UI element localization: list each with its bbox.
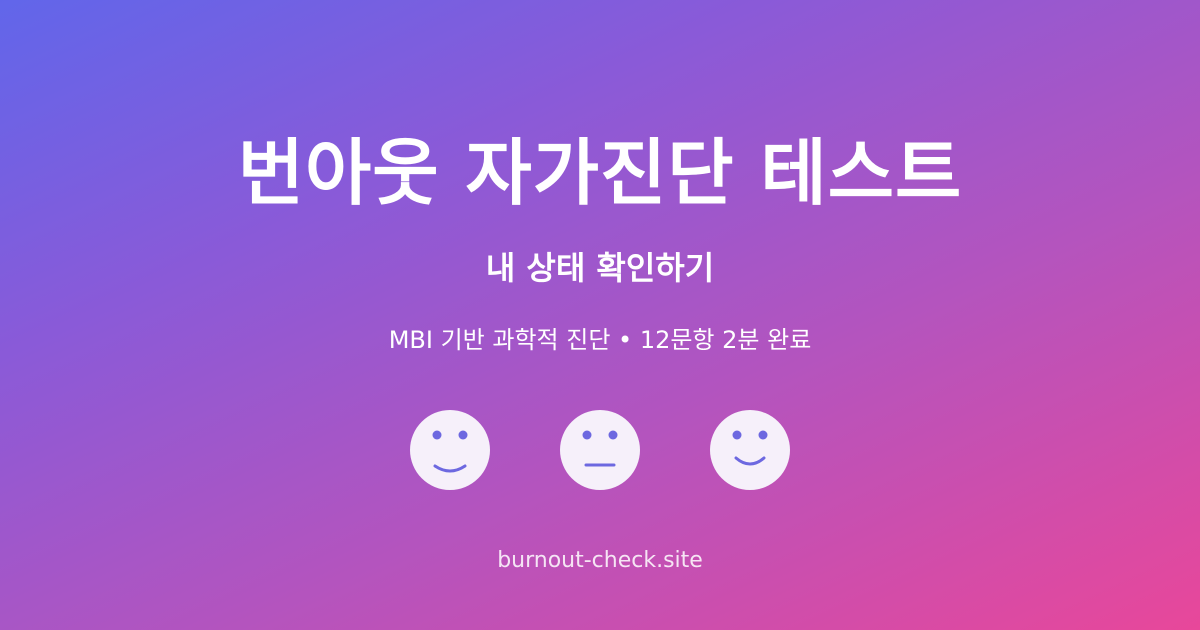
tagline: MBI 기반 과학적 진단 • 12문항 2분 완료 [388, 326, 812, 354]
page-subtitle: 내 상태 확인하기 [485, 249, 715, 287]
og-card: 번아웃 자가진단 테스트 내 상태 확인하기 MBI 기반 과학적 진단 • 1… [0, 0, 1200, 630]
happy-face-icon [710, 410, 790, 490]
face-row [0, 410, 1200, 490]
site-domain: burnout-check.site [497, 548, 703, 573]
smiling-face-icon [410, 410, 490, 490]
neutral-face-icon [560, 410, 640, 490]
page-title: 번아웃 자가진단 테스트 [237, 131, 963, 215]
